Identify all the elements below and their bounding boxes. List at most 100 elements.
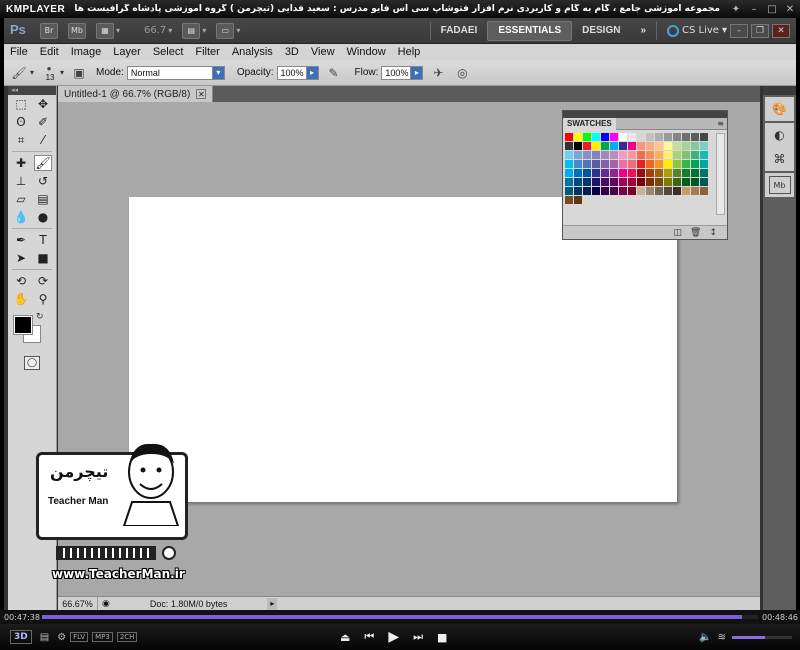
color-swatch[interactable] [592,187,600,195]
color-swatch[interactable] [682,160,690,168]
bridge-button[interactable]: Br [40,22,58,39]
screen-mode-button[interactable]: ▭ [216,22,235,39]
color-swatch[interactable] [574,196,582,204]
color-swatch[interactable] [682,187,690,195]
more-workspaces-icon[interactable]: » [630,21,656,41]
color-swatch[interactable] [592,133,600,141]
color-swatch[interactable] [655,187,663,195]
color-swatch[interactable] [691,133,699,141]
color-swatch[interactable] [574,169,582,177]
status-menu-icon[interactable]: ▸ [267,597,278,610]
color-swatch[interactable] [646,151,654,159]
color-swatch[interactable] [601,187,609,195]
color-swatch[interactable] [646,160,654,168]
color-swatch[interactable] [664,151,672,159]
color-swatch[interactable] [565,160,573,168]
chevron-down-icon[interactable]: ▾ [30,68,34,77]
status-icon[interactable]: ◉ [102,598,110,609]
color-swatch[interactable] [673,133,681,141]
clone-stamp-icon[interactable]: ⊥ [12,173,30,189]
close-icon[interactable]: ✕ [196,89,207,99]
color-swatch[interactable] [610,133,618,141]
color-swatch[interactable] [601,151,609,159]
color-swatch[interactable] [700,187,708,195]
color-swatch[interactable] [628,178,636,186]
gradient-icon[interactable]: ▤ [34,191,52,207]
color-swatch[interactable] [610,169,618,177]
color-swatch[interactable] [664,160,672,168]
hand-icon[interactable]: ✋ [12,291,30,307]
color-swatch[interactable] [610,160,618,168]
color-swatch[interactable] [682,151,690,159]
eject-icon[interactable]: ⏏ [340,631,350,644]
document-tab[interactable]: Untitled-1 @ 66.7% (RGB/8) ✕ [58,86,214,102]
adjustments-icon[interactable]: ◐ [769,126,791,144]
color-swatch[interactable] [574,133,582,141]
color-swatch[interactable] [646,133,654,141]
color-swatch[interactable] [637,160,645,168]
color-swatch[interactable] [637,133,645,141]
mode-select[interactable]: Normal [126,65,213,80]
color-swatch[interactable] [619,160,627,168]
menu-filter[interactable]: Filter [189,46,225,58]
color-swatch[interactable] [619,142,627,150]
color-swatch[interactable] [673,151,681,159]
panel-menu-icon[interactable]: ≡ [717,119,724,128]
minimize-icon[interactable]: – [730,23,748,38]
speaker-icon[interactable]: 🔈 [699,632,711,643]
3d-mode-button[interactable]: 3D [10,630,32,644]
color-swatch[interactable] [682,133,690,141]
color-swatch[interactable] [628,151,636,159]
equalizer-icon[interactable]: ≋ [718,632,726,643]
chevron-down-icon[interactable]: ▾ [202,26,206,35]
color-swatch[interactable] [601,133,609,141]
trash-icon[interactable]: 🗑 [690,228,701,238]
history-brush-icon[interactable]: ↺ [34,173,52,189]
color-swatch[interactable] [691,169,699,177]
swatches-scrollbar[interactable] [716,133,725,215]
previous-icon[interactable]: ⏮ [364,630,374,644]
type-tool-icon[interactable]: T [34,232,52,248]
color-swatch[interactable] [664,133,672,141]
color-swatch[interactable] [628,169,636,177]
status-zoom[interactable]: 66.67% [58,596,98,611]
color-swatch[interactable] [664,142,672,150]
cs-live-button[interactable]: CS Live ▾ [667,24,727,37]
color-swatch[interactable] [583,133,591,141]
color-swatch[interactable] [637,151,645,159]
healing-brush-icon[interactable]: ✚ [12,155,30,171]
color-swatch[interactable] [601,178,609,186]
color-swatch[interactable] [673,187,681,195]
menu-select[interactable]: Select [147,46,190,58]
chevron-down-icon[interactable]: ▾ [116,26,120,35]
color-swatch[interactable] [637,169,645,177]
mini-bridge-icon[interactable]: Mb [768,176,791,194]
rectangle-shape-icon[interactable]: ■ [34,250,52,266]
color-swatch[interactable] [601,160,609,168]
panel-expand-icon[interactable] [763,86,796,95]
menu-window[interactable]: Window [341,46,392,58]
color-swatch[interactable] [673,160,681,168]
color-swatch[interactable] [574,151,582,159]
panel-collapse-icon[interactable]: ◂◂ [8,86,56,95]
color-swatch[interactable] [583,151,591,159]
color-swatch[interactable] [691,142,699,150]
color-swatch[interactable] [691,160,699,168]
workspace-design[interactable]: DESIGN [572,21,630,41]
color-swatch[interactable] [565,142,573,150]
airbrush-icon[interactable]: ✈ [429,64,447,82]
color-swatch[interactable] [565,178,573,186]
color-swatch[interactable] [673,178,681,186]
chevron-down-icon[interactable]: ▾ [168,26,172,35]
color-swatch[interactable] [700,169,708,177]
brush-tool-preset-icon[interactable]: 🖌 [10,64,28,82]
color-swatch[interactable] [700,133,708,141]
color-swatch[interactable] [655,133,663,141]
3d-orbit-icon[interactable]: ⟳ [34,273,52,289]
menu-layer[interactable]: Layer [107,46,147,58]
color-swatch[interactable] [565,169,573,177]
color-swatch[interactable] [691,178,699,186]
color-swatch[interactable] [619,151,627,159]
flow-slider-button[interactable]: ▸ [411,65,424,80]
seek-bar[interactable] [42,615,758,619]
